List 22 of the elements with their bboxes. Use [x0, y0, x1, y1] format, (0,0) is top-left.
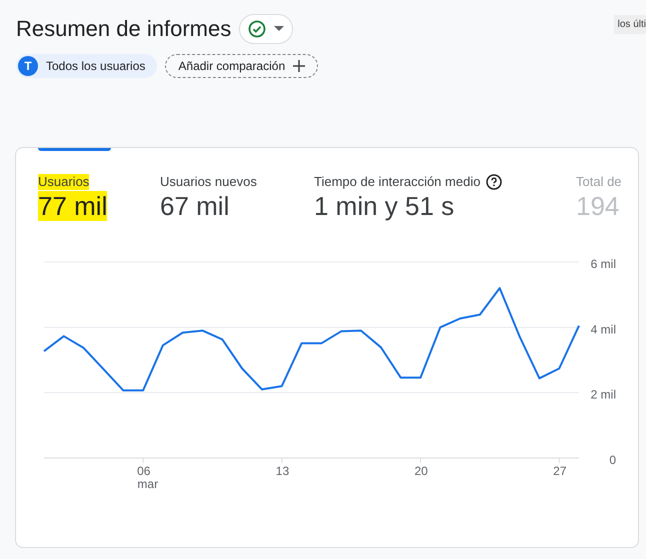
- segment-chip[interactable]: T Todos los usuarios: [16, 54, 158, 78]
- x-axis-label: 06 mar: [137, 464, 158, 491]
- segment-label: Todos los usuarios: [46, 58, 146, 75]
- plus-icon: [293, 60, 306, 72]
- x-axis-label: 27: [553, 464, 567, 478]
- caret-icon: [274, 26, 284, 31]
- avatar-initial: T: [18, 56, 38, 76]
- metric-tab[interactable]: Usuarios nuevos 67 mil: [160, 174, 314, 221]
- y-axis-label: 0: [609, 453, 616, 467]
- y-axis-label: 2 mil: [590, 388, 616, 402]
- check-circle-icon: [248, 20, 266, 38]
- metric-tab[interactable]: Usuarios 77 mil: [38, 174, 160, 221]
- x-axis-label: 20: [414, 464, 428, 478]
- add-comparison-button[interactable]: Añadir comparación: [165, 54, 318, 78]
- page-title: Resumen de informes: [16, 15, 232, 43]
- date-range-label: los últi: [614, 15, 646, 34]
- y-axis-label: 4 mil: [590, 322, 616, 336]
- metric-tab[interactable]: Tiempo de interacción medio 1 min y 51 s: [314, 174, 576, 221]
- help-icon[interactable]: [486, 174, 502, 190]
- x-axis-label: 13: [276, 464, 290, 478]
- y-axis-label: 6 mil: [590, 257, 616, 271]
- status-dropdown[interactable]: [239, 14, 294, 44]
